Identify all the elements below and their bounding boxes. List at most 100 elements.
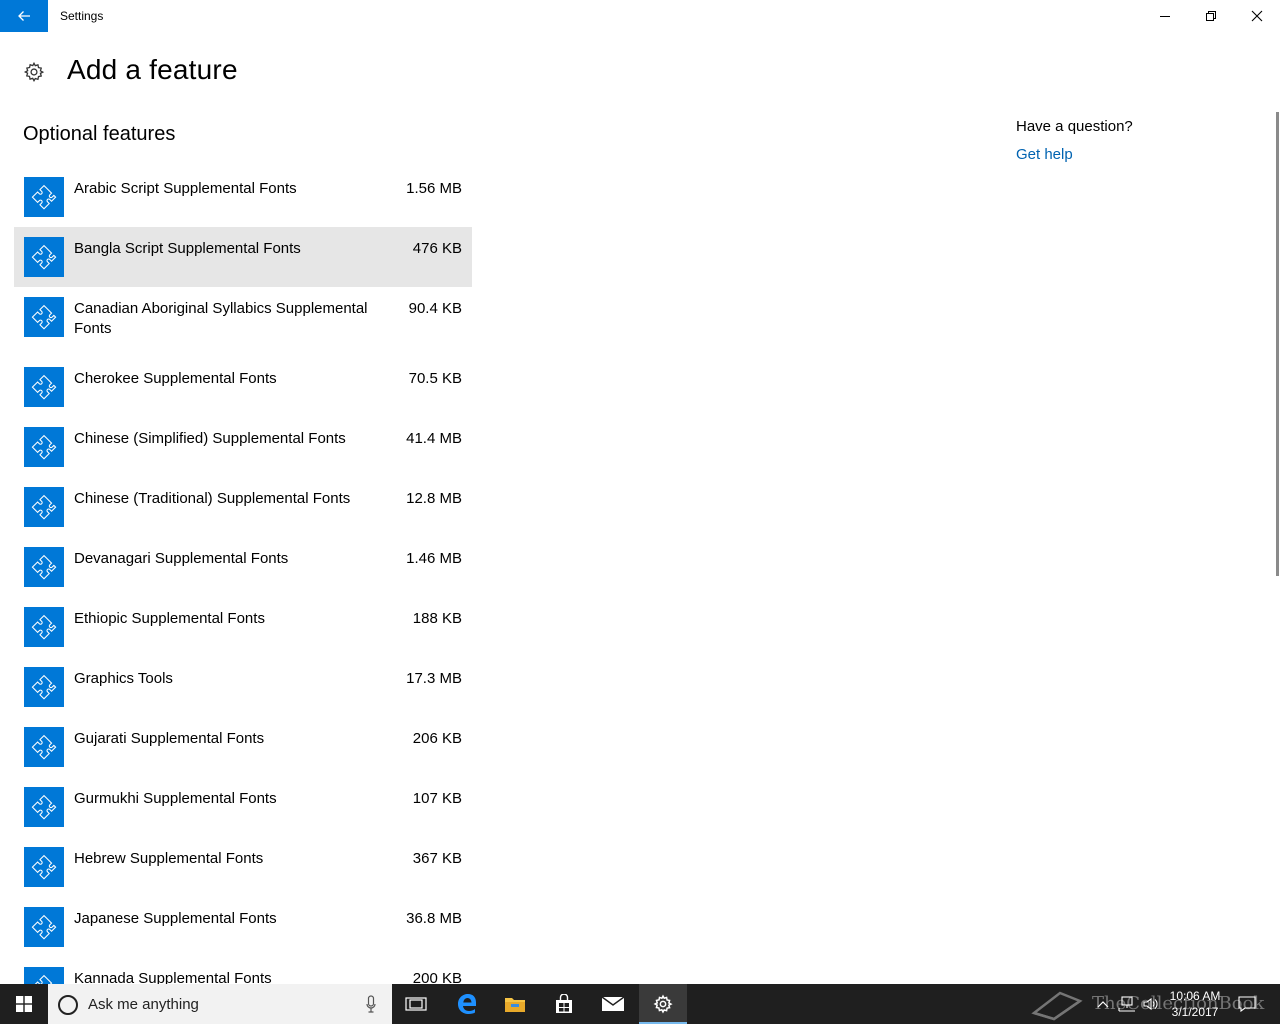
start-button[interactable] — [0, 984, 48, 1024]
puzzle-icon — [24, 787, 64, 827]
action-center-button[interactable] — [1234, 984, 1260, 1024]
search-box[interactable]: Ask me anything — [48, 984, 392, 1024]
file-explorer-button[interactable] — [491, 984, 539, 1024]
section-title: Optional features — [23, 123, 176, 145]
page-title: Add a feature — [67, 54, 238, 85]
close-button[interactable] — [1234, 0, 1280, 32]
puzzle-icon — [24, 367, 64, 407]
help-question: Have a question? — [1016, 118, 1133, 135]
edge-icon — [458, 994, 476, 1014]
gear-icon — [23, 61, 45, 83]
feature-name: Gujarati Supplemental Fonts — [74, 730, 265, 747]
list-item[interactable]: Devanagari Supplemental Fonts 1.46 MB — [14, 537, 472, 597]
list-item[interactable]: Arabic Script Supplemental Fonts 1.56 MB — [14, 167, 472, 227]
book-icon — [1031, 991, 1083, 1021]
feature-name: Chinese (Traditional) Supplemental Fonts — [74, 490, 351, 507]
puzzle-icon — [24, 907, 64, 947]
search-placeholder: Ask me anything — [88, 996, 199, 1013]
restore-icon — [1206, 11, 1216, 21]
feature-size: 367 KB — [412, 850, 462, 867]
show-hidden-icons-button[interactable] — [1094, 984, 1112, 1024]
folder-icon — [505, 998, 525, 1012]
feature-name: Hebrew Supplemental Fonts — [74, 850, 264, 867]
feature-name: Gurmukhi Supplemental Fonts — [74, 790, 277, 807]
feature-size: 12.8 MB — [406, 490, 462, 507]
puzzle-icon — [24, 487, 64, 527]
list-item[interactable]: Graphics Tools 17.3 MB — [14, 657, 472, 717]
minimize-icon — [1160, 16, 1170, 17]
list-item[interactable]: Chinese (Simplified) Supplemental Fonts … — [14, 417, 472, 477]
volume-button[interactable] — [1140, 984, 1162, 1024]
puzzle-icon — [24, 607, 64, 647]
feature-name: Ethiopic Supplemental Fonts — [74, 610, 265, 627]
network-icon — [1118, 996, 1135, 1012]
feature-size: 70.5 KB — [408, 370, 462, 387]
task-view-button[interactable] — [392, 984, 440, 1024]
list-item[interactable]: Cherokee Supplemental Fonts 70.5 KB — [14, 357, 472, 417]
store-icon — [556, 994, 572, 1013]
mail-icon — [601, 996, 625, 1011]
puzzle-icon — [24, 667, 64, 707]
feature-size: 90.4 KB — [408, 300, 462, 317]
title-bar: Settings — [0, 0, 1280, 32]
gear-icon — [653, 994, 673, 1014]
clock-date: 3/1/2017 — [1171, 1005, 1219, 1019]
feature-size: 1.46 MB — [406, 550, 462, 567]
chevron-up-icon — [1097, 1001, 1109, 1008]
back-button[interactable] — [0, 0, 48, 32]
feature-name: Canadian Aboriginal Syllabics Supplement… — [74, 300, 368, 337]
feature-name: Cherokee Supplemental Fonts — [74, 370, 277, 387]
feature-size: 200 KB — [412, 970, 462, 984]
puzzle-icon — [24, 237, 64, 277]
feature-list: Arabic Script Supplemental Fonts 1.56 MB… — [14, 167, 472, 984]
list-item[interactable]: Chinese (Traditional) Supplemental Fonts… — [14, 477, 472, 537]
puzzle-icon — [24, 547, 64, 587]
store-button[interactable] — [540, 984, 588, 1024]
list-item[interactable]: Ethiopic Supplemental Fonts 188 KB — [14, 597, 472, 657]
scrollbar[interactable] — [1276, 112, 1279, 576]
feature-size: 1.56 MB — [406, 180, 462, 197]
list-item[interactable]: Canadian Aboriginal Syllabics Supplement… — [14, 287, 472, 357]
list-item[interactable]: Japanese Supplemental Fonts 36.8 MB — [14, 897, 472, 957]
feature-name: Graphics Tools — [74, 670, 173, 687]
list-item[interactable]: Gujarati Supplemental Fonts 206 KB — [14, 717, 472, 777]
puzzle-icon — [24, 297, 64, 337]
cortana-icon — [58, 995, 78, 1015]
feature-size: 107 KB — [412, 790, 462, 807]
settings-taskbar-button[interactable] — [639, 984, 687, 1024]
puzzle-icon — [24, 177, 64, 217]
feature-name: Arabic Script Supplemental Fonts — [74, 180, 297, 197]
notification-icon — [1238, 996, 1256, 1012]
restore-button[interactable] — [1188, 0, 1234, 32]
task-view-icon — [405, 997, 427, 1011]
clock[interactable]: 10:06 AM 3/1/2017 — [1160, 988, 1230, 1020]
feature-name: Kannada Supplemental Fonts — [74, 970, 272, 984]
feature-size: 36.8 MB — [406, 910, 462, 927]
volume-icon — [1143, 997, 1158, 1011]
edge-button[interactable] — [443, 984, 491, 1024]
list-item[interactable]: Bangla Script Supplemental Fonts 476 KB — [14, 227, 472, 287]
feature-name: Chinese (Simplified) Supplemental Fonts — [74, 430, 346, 447]
list-item[interactable]: Kannada Supplemental Fonts 200 KB — [14, 957, 472, 984]
puzzle-icon — [24, 427, 64, 467]
minimize-button[interactable] — [1142, 0, 1188, 32]
list-item[interactable]: Gurmukhi Supplemental Fonts 107 KB — [14, 777, 472, 837]
microphone-icon[interactable] — [366, 995, 376, 1013]
puzzle-icon — [24, 967, 64, 984]
mail-button[interactable] — [589, 984, 637, 1024]
windows-logo-icon — [16, 996, 32, 1012]
get-help-link[interactable]: Get help — [1016, 146, 1073, 163]
taskbar: Ask me anything TheCollectionBook 10:06 … — [0, 984, 1280, 1024]
feature-name: Bangla Script Supplemental Fonts — [74, 240, 301, 257]
feature-size: 476 KB — [412, 240, 462, 257]
feature-name: Devanagari Supplemental Fonts — [74, 550, 289, 567]
puzzle-icon — [24, 847, 64, 887]
network-button[interactable] — [1114, 984, 1138, 1024]
list-item[interactable]: Hebrew Supplemental Fonts 367 KB — [14, 837, 472, 897]
arrow-left-icon — [18, 11, 30, 21]
puzzle-icon — [24, 727, 64, 767]
clock-time: 10:06 AM — [1169, 989, 1221, 1003]
feature-size: 188 KB — [412, 610, 462, 627]
feature-size: 41.4 MB — [406, 430, 462, 447]
close-icon — [1251, 10, 1263, 22]
